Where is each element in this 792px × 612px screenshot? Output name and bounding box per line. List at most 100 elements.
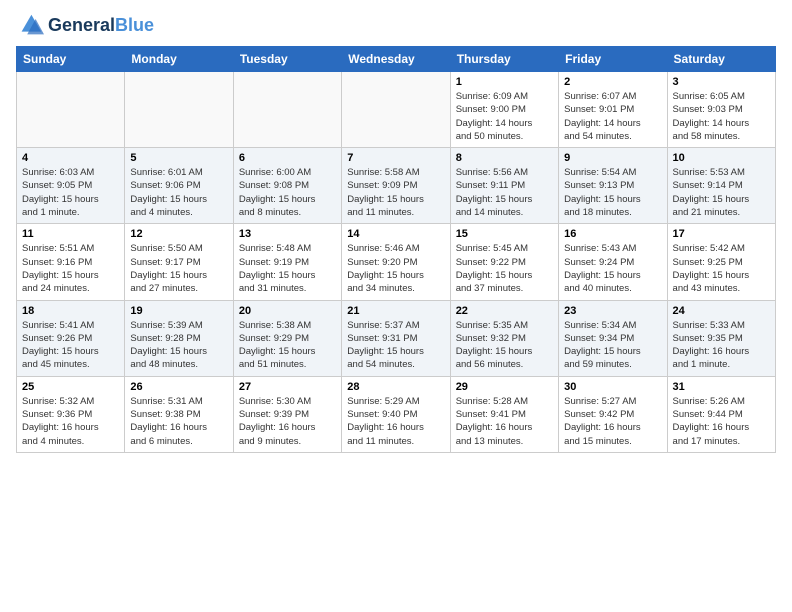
day-number: 21	[347, 305, 444, 317]
calendar-week-row: 1 Sunrise: 6:09 AMSunset: 9:00 PMDaylight…	[17, 72, 776, 148]
day-info: Sunrise: 6:07 AMSunset: 9:01 PMDaylight:…	[564, 90, 661, 143]
calendar-day-cell: 14Sunrise: 5:46 AMSunset: 9:20 PMDayligh…	[342, 224, 450, 300]
weekday-header-thursday: Thursday	[450, 47, 558, 72]
day-number: 8	[456, 152, 553, 164]
day-number: 13	[239, 228, 336, 240]
calendar-day-cell: 15 Sunrise: 5:45 AMSunset: 9:22 PMDayligh…	[450, 224, 558, 300]
day-number: 17	[673, 228, 770, 240]
calendar-day-cell: 10 Sunrise: 5:53 AMSunset: 9:14 PMDayligh…	[667, 148, 775, 224]
calendar-day-cell	[125, 72, 233, 148]
day-info: Sunrise: 5:29 AMSunset: 9:40 PMDaylight:…	[347, 395, 444, 448]
day-number: 7	[347, 152, 444, 164]
day-number: 18	[22, 305, 119, 317]
day-info: Sunrise: 5:43 AMSunset: 9:24 PMDaylight:…	[564, 242, 661, 295]
day-number: 4	[22, 152, 119, 164]
day-number: 15	[456, 228, 553, 240]
calendar-day-cell: 20 Sunrise: 5:38 AMSunset: 9:29 PMDayligh…	[233, 300, 341, 376]
day-number: 6	[239, 152, 336, 164]
calendar-day-cell: 17 Sunrise: 5:42 AMSunset: 9:25 PMDayligh…	[667, 224, 775, 300]
logo-icon	[16, 12, 44, 40]
calendar-day-cell: 11 Sunrise: 5:51 AMSunset: 9:16 PMDayligh…	[17, 224, 125, 300]
day-info: Sunrise: 5:48 AMSunset: 9:19 PMDaylight:…	[239, 242, 336, 295]
day-info: Sunrise: 5:34 AMSunset: 9:34 PMDaylight:…	[564, 319, 661, 372]
weekday-header-friday: Friday	[559, 47, 667, 72]
calendar-day-cell: 7 Sunrise: 5:58 AMSunset: 9:09 PMDaylight…	[342, 148, 450, 224]
calendar-day-cell: 28 Sunrise: 5:29 AMSunset: 9:40 PMDayligh…	[342, 376, 450, 452]
calendar-day-cell: 25Sunrise: 5:32 AMSunset: 9:36 PMDayligh…	[17, 376, 125, 452]
day-number: 10	[673, 152, 770, 164]
calendar-day-cell	[233, 72, 341, 148]
calendar-day-cell: 30 Sunrise: 5:27 AMSunset: 9:42 PMDayligh…	[559, 376, 667, 452]
day-info: Sunrise: 5:45 AMSunset: 9:22 PMDaylight:…	[456, 242, 553, 295]
calendar-day-cell: 4 Sunrise: 6:03 AMSunset: 9:05 PMDaylight…	[17, 148, 125, 224]
weekday-header-row: SundayMondayTuesdayWednesdayThursdayFrid…	[17, 47, 776, 72]
day-info: Sunrise: 5:50 AMSunset: 9:17 PMDaylight:…	[130, 242, 227, 295]
calendar-day-cell: 27 Sunrise: 5:30 AMSunset: 9:39 PMDayligh…	[233, 376, 341, 452]
day-number: 1	[456, 76, 553, 88]
day-info: Sunrise: 5:54 AMSunset: 9:13 PMDaylight:…	[564, 166, 661, 219]
weekday-header-sunday: Sunday	[17, 47, 125, 72]
day-number: 2	[564, 76, 661, 88]
day-number: 30	[564, 381, 661, 393]
calendar-day-cell	[17, 72, 125, 148]
calendar-day-cell: 13 Sunrise: 5:48 AMSunset: 9:19 PMDayligh…	[233, 224, 341, 300]
day-number: 20	[239, 305, 336, 317]
day-number: 22	[456, 305, 553, 317]
calendar-day-cell: 3Sunrise: 6:05 AMSunset: 9:03 PMDaylight…	[667, 72, 775, 148]
calendar-day-cell: 31Sunrise: 5:26 AMSunset: 9:44 PMDayligh…	[667, 376, 775, 452]
day-number: 26	[130, 381, 227, 393]
day-number: 19	[130, 305, 227, 317]
day-info: Sunrise: 6:00 AMSunset: 9:08 PMDaylight:…	[239, 166, 336, 219]
calendar-day-cell: 18 Sunrise: 5:41 AMSunset: 9:26 PMDayligh…	[17, 300, 125, 376]
calendar-day-cell: 21 Sunrise: 5:37 AMSunset: 9:31 PMDayligh…	[342, 300, 450, 376]
calendar-day-cell: 1 Sunrise: 6:09 AMSunset: 9:00 PMDaylight…	[450, 72, 558, 148]
calendar-day-cell: 23 Sunrise: 5:34 AMSunset: 9:34 PMDayligh…	[559, 300, 667, 376]
calendar-day-cell: 6 Sunrise: 6:00 AMSunset: 9:08 PMDaylight…	[233, 148, 341, 224]
day-info: Sunrise: 5:38 AMSunset: 9:29 PMDaylight:…	[239, 319, 336, 372]
day-number: 29	[456, 381, 553, 393]
day-info: Sunrise: 5:30 AMSunset: 9:39 PMDaylight:…	[239, 395, 336, 448]
day-number: 11	[22, 228, 119, 240]
calendar-day-cell: 19 Sunrise: 5:39 AMSunset: 9:28 PMDayligh…	[125, 300, 233, 376]
day-info: Sunrise: 6:09 AMSunset: 9:00 PMDaylight:…	[456, 90, 553, 143]
day-info: Sunrise: 6:01 AMSunset: 9:06 PMDaylight:…	[130, 166, 227, 219]
calendar-table: SundayMondayTuesdayWednesdayThursdayFrid…	[16, 46, 776, 453]
calendar-day-cell: 2 Sunrise: 6:07 AMSunset: 9:01 PMDaylight…	[559, 72, 667, 148]
day-info: Sunrise: 5:35 AMSunset: 9:32 PMDaylight:…	[456, 319, 553, 372]
weekday-header-saturday: Saturday	[667, 47, 775, 72]
day-info: Sunrise: 5:27 AMSunset: 9:42 PMDaylight:…	[564, 395, 661, 448]
day-number: 5	[130, 152, 227, 164]
calendar-day-cell: 8 Sunrise: 5:56 AMSunset: 9:11 PMDaylight…	[450, 148, 558, 224]
day-info: Sunrise: 5:39 AMSunset: 9:28 PMDaylight:…	[130, 319, 227, 372]
calendar-week-row: 25Sunrise: 5:32 AMSunset: 9:36 PMDayligh…	[17, 376, 776, 452]
page: GeneralBlue SundayMondayTuesdayWednesday…	[0, 0, 792, 612]
calendar-day-cell: 16Sunrise: 5:43 AMSunset: 9:24 PMDayligh…	[559, 224, 667, 300]
weekday-header-monday: Monday	[125, 47, 233, 72]
day-number: 27	[239, 381, 336, 393]
day-number: 31	[673, 381, 770, 393]
day-info: Sunrise: 5:53 AMSunset: 9:14 PMDaylight:…	[673, 166, 770, 219]
day-number: 12	[130, 228, 227, 240]
header: GeneralBlue	[16, 12, 776, 40]
calendar-day-cell: 12 Sunrise: 5:50 AMSunset: 9:17 PMDayligh…	[125, 224, 233, 300]
calendar-week-row: 11 Sunrise: 5:51 AMSunset: 9:16 PMDayligh…	[17, 224, 776, 300]
day-info: Sunrise: 5:28 AMSunset: 9:41 PMDaylight:…	[456, 395, 553, 448]
day-info: Sunrise: 5:58 AMSunset: 9:09 PMDaylight:…	[347, 166, 444, 219]
day-number: 23	[564, 305, 661, 317]
calendar-week-row: 4 Sunrise: 6:03 AMSunset: 9:05 PMDaylight…	[17, 148, 776, 224]
day-info: Sunrise: 5:46 AMSunset: 9:20 PMDaylight:…	[347, 242, 444, 295]
day-info: Sunrise: 6:03 AMSunset: 9:05 PMDaylight:…	[22, 166, 119, 219]
day-info: Sunrise: 5:56 AMSunset: 9:11 PMDaylight:…	[456, 166, 553, 219]
day-info: Sunrise: 5:42 AMSunset: 9:25 PMDaylight:…	[673, 242, 770, 295]
calendar-day-cell: 26 Sunrise: 5:31 AMSunset: 9:38 PMDayligh…	[125, 376, 233, 452]
calendar-day-cell: 9Sunrise: 5:54 AMSunset: 9:13 PMDaylight…	[559, 148, 667, 224]
day-info: Sunrise: 5:51 AMSunset: 9:16 PMDaylight:…	[22, 242, 119, 295]
day-number: 28	[347, 381, 444, 393]
day-info: Sunrise: 5:41 AMSunset: 9:26 PMDaylight:…	[22, 319, 119, 372]
weekday-header-wednesday: Wednesday	[342, 47, 450, 72]
day-info: Sunrise: 5:37 AMSunset: 9:31 PMDaylight:…	[347, 319, 444, 372]
calendar-day-cell: 5 Sunrise: 6:01 AMSunset: 9:06 PMDaylight…	[125, 148, 233, 224]
day-info: Sunrise: 5:31 AMSunset: 9:38 PMDaylight:…	[130, 395, 227, 448]
calendar-day-cell: 22 Sunrise: 5:35 AMSunset: 9:32 PMDayligh…	[450, 300, 558, 376]
calendar-week-row: 18 Sunrise: 5:41 AMSunset: 9:26 PMDayligh…	[17, 300, 776, 376]
